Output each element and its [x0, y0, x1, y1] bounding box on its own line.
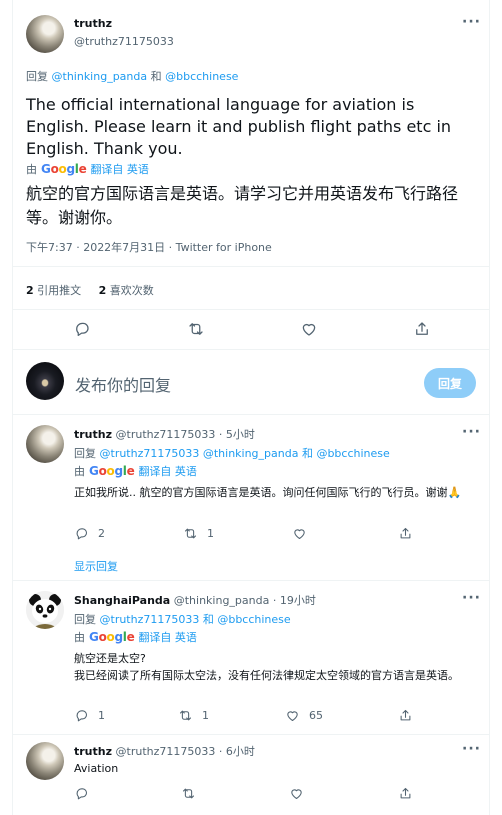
like-label[interactable]: 喜欢次数 — [110, 284, 154, 297]
divider — [12, 414, 490, 415]
translate-label[interactable]: 翻译自 英语 — [138, 629, 197, 645]
author-handle-time[interactable]: @truthz71175033 · 5小时 — [116, 428, 255, 441]
retweet-count[interactable]: 1 — [207, 527, 214, 540]
like-icon[interactable] — [300, 320, 318, 338]
reply-icon[interactable] — [74, 526, 89, 541]
more-options-icon[interactable]: ··· — [462, 741, 481, 757]
translate-by: 由 — [74, 465, 85, 478]
divider — [12, 349, 490, 350]
reply-context: 回复 @thinking_panda 和 @bbcchinese — [26, 68, 238, 84]
more-options-icon[interactable]: ··· — [462, 590, 481, 606]
author-handle-time[interactable]: @truthz71175033 · 6小时 — [116, 745, 255, 758]
author-name[interactable]: truthz — [74, 17, 112, 30]
share-icon[interactable] — [398, 526, 413, 541]
google-logo: Google — [89, 464, 135, 478]
quote-label[interactable]: 引用推文 — [37, 284, 81, 297]
tweet-meta[interactable]: 下午7:37 · 2022年7月31日 · Twitter for iPhone — [26, 239, 272, 255]
divider — [12, 309, 490, 310]
quote-count[interactable]: 2 — [26, 284, 34, 297]
reply-header: truthz @truthz71175033 · 5小时 — [74, 426, 255, 442]
like-icon[interactable] — [292, 526, 307, 541]
translate-by: 由 — [26, 163, 37, 176]
author-name[interactable]: ShanghaiPanda — [74, 594, 170, 607]
translation-bar: 由 Google 翻译自 英语 — [74, 463, 197, 479]
tweet-text: The official international language for … — [26, 95, 452, 158]
stats-row: 2 引用推文 2 喜欢次数 — [26, 282, 154, 298]
like-icon[interactable] — [289, 786, 304, 801]
reply-to-link[interactable]: @truthz71175033 和 @bbcchinese — [100, 613, 291, 626]
author-name[interactable]: truthz — [74, 428, 112, 441]
my-avatar[interactable] — [26, 362, 64, 400]
reply-context: 回复 @truthz71175033 @thinking_panda 和 @bb… — [74, 445, 390, 461]
reply-icon[interactable] — [74, 708, 89, 723]
reply-text: 航空还是太空? — [74, 652, 146, 665]
retweet-icon[interactable] — [178, 708, 193, 723]
reply-to-link[interactable]: @truthz71175033 @thinking_panda 和 @bbcch… — [100, 447, 390, 460]
reply-text: 正如我所说.. 航空的官方国际语言是英语。询问任何国际飞行的飞行员。谢谢🙏 — [74, 486, 462, 499]
share-icon[interactable] — [413, 320, 431, 338]
translate-by: 由 — [74, 631, 85, 644]
translate-label[interactable]: 翻译自 英语 — [138, 463, 197, 479]
reply-button[interactable]: 回复 — [424, 368, 476, 398]
retweet-icon[interactable] — [181, 786, 196, 801]
more-options-icon[interactable]: ··· — [462, 14, 481, 30]
reply-icon[interactable] — [73, 320, 91, 338]
reply-text: Aviation — [74, 762, 119, 775]
translate-label[interactable]: 翻译自 英语 — [90, 161, 149, 177]
panda-icon — [26, 591, 64, 629]
reply-count[interactable]: 2 — [98, 527, 105, 540]
reply-prefix: 回复 — [74, 613, 96, 626]
google-logo: Google — [89, 630, 135, 644]
avatar[interactable] — [26, 15, 64, 53]
avatar[interactable] — [26, 742, 64, 780]
compose-input[interactable]: 发布你的回复 — [75, 372, 171, 396]
like-count[interactable]: 65 — [309, 709, 323, 722]
reply-count[interactable]: 1 — [98, 709, 105, 722]
show-replies-link[interactable]: 显示回复 — [74, 558, 118, 574]
divider — [12, 266, 490, 267]
translation-bar: 由 Google 翻译自 英语 — [74, 629, 197, 645]
more-options-icon[interactable]: ··· — [462, 424, 481, 440]
google-logo: Google — [41, 162, 87, 176]
share-icon[interactable] — [398, 708, 413, 723]
like-count[interactable]: 2 — [99, 284, 107, 297]
divider — [12, 734, 490, 735]
reply-to-link[interactable]: @thinking_panda — [52, 70, 148, 83]
retweet-icon[interactable] — [183, 526, 198, 541]
retweet-count[interactable]: 1 — [202, 709, 209, 722]
reply-prefix: 回复 — [74, 447, 96, 460]
reply-header: truthz @truthz71175033 · 6小时 — [74, 743, 255, 759]
reply-prefix: 回复 — [26, 70, 48, 83]
divider — [12, 580, 490, 581]
translated-text: 航空的官方国际语言是英语。请学习它并用英语发布飞行路径等。谢谢你。 — [26, 184, 459, 227]
translation-bar: 由 Google 翻译自 英语 — [26, 161, 149, 177]
reply-and: 和 — [150, 70, 162, 83]
author-name[interactable]: truthz — [74, 745, 112, 758]
like-icon[interactable] — [285, 708, 300, 723]
reply-icon[interactable] — [74, 786, 89, 801]
avatar[interactable] — [26, 591, 64, 629]
reply-context: 回复 @truthz71175033 和 @bbcchinese — [74, 611, 291, 627]
retweet-icon[interactable] — [187, 320, 205, 338]
reply-text: 我已经阅读了所有国际太空法，没有任何法律规定太空领域的官方语言是英语。 — [74, 669, 459, 682]
reply-header: ShanghaiPanda @thinking_panda · 19小时 — [74, 592, 316, 608]
avatar[interactable] — [26, 425, 64, 463]
reply-to-link[interactable]: @bbcchinese — [165, 70, 238, 83]
author-handle[interactable]: @truthz71175033 — [74, 35, 174, 48]
share-icon[interactable] — [398, 786, 413, 801]
author-handle-time[interactable]: @thinking_panda · 19小时 — [174, 594, 316, 607]
